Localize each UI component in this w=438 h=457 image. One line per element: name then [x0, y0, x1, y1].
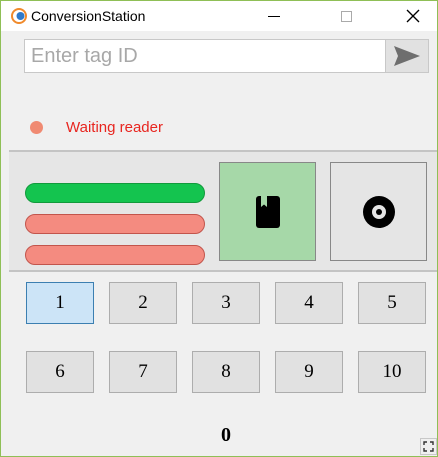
book-icon [255, 195, 280, 228]
maximize-icon [340, 10, 352, 22]
number-button-8[interactable]: 8 [192, 351, 260, 393]
title-bar: ConversionStation [1, 1, 437, 31]
indicator-bar-3 [25, 245, 205, 265]
counter-value: 0 [221, 424, 231, 446]
minimize-icon [268, 15, 280, 17]
resize-grip[interactable] [420, 438, 437, 455]
number-button-2[interactable]: 2 [109, 282, 177, 324]
indicator-bar-1 [25, 183, 205, 203]
number-button-10[interactable]: 10 [358, 351, 426, 393]
app-window: ConversionStation Waiting reader [0, 0, 438, 457]
tag-id-input[interactable] [24, 39, 386, 73]
send-arrow-icon [394, 46, 420, 66]
number-button-9[interactable]: 9 [275, 351, 343, 393]
minimize-button[interactable] [251, 1, 297, 31]
number-button-1[interactable]: 1 [26, 282, 94, 324]
window-title: ConversionStation [31, 8, 146, 24]
number-button-7[interactable]: 7 [109, 351, 177, 393]
number-button-4[interactable]: 4 [275, 282, 343, 324]
close-button[interactable] [390, 1, 436, 31]
divider-bottom [9, 270, 437, 272]
number-button-3[interactable]: 3 [192, 282, 260, 324]
maximize-button[interactable] [323, 1, 369, 31]
disc-icon [362, 195, 395, 228]
number-button-5[interactable]: 5 [358, 282, 426, 324]
status-text: Waiting reader [66, 119, 163, 136]
disc-mode-button[interactable] [330, 162, 427, 261]
send-button[interactable] [385, 39, 429, 73]
close-icon [406, 9, 420, 23]
resize-grip-icon [423, 441, 434, 452]
status-indicator-dot [30, 121, 43, 134]
number-button-6[interactable]: 6 [26, 351, 94, 393]
indicator-bar-2 [25, 214, 205, 234]
app-icon [11, 8, 27, 24]
book-mode-button[interactable] [219, 162, 316, 261]
